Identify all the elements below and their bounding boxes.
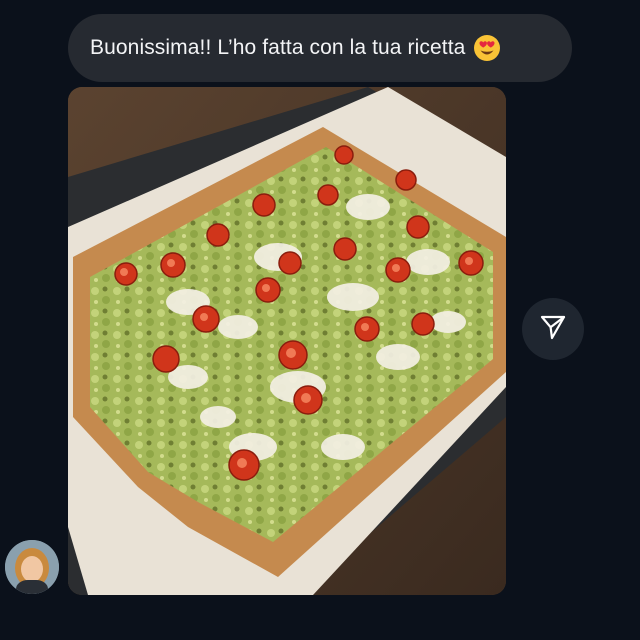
pizza-photo[interactable] xyxy=(68,87,506,595)
share-button[interactable] xyxy=(522,298,584,360)
chat-screen: Buonissima!! L’ho fatta con la tua ricet… xyxy=(0,0,640,640)
heart-eyes-emoji-icon xyxy=(473,34,501,62)
message-bubble[interactable]: Buonissima!! L’ho fatta con la tua ricet… xyxy=(68,14,572,82)
sender-avatar[interactable] xyxy=(5,540,59,594)
message-text: Buonissima!! L’ho fatta con la tua ricet… xyxy=(90,36,466,59)
send-icon xyxy=(538,312,568,347)
